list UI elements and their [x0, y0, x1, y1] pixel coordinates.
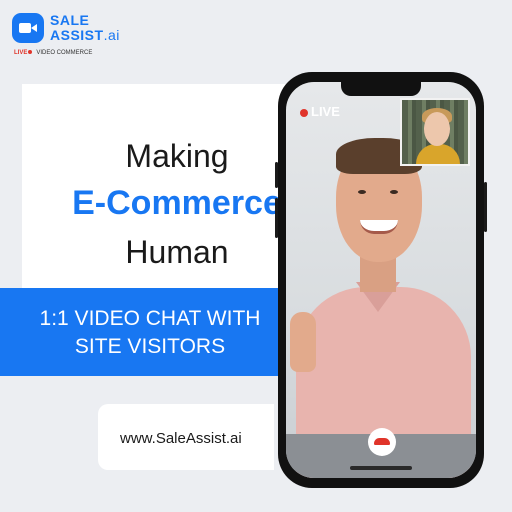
agent-face	[424, 112, 450, 146]
feature-banner: 1:1 VIDEO CHAT WITH SITE VISITORS	[0, 288, 300, 376]
logo-tag-live: LIVE	[14, 50, 28, 57]
phone-notch	[341, 82, 421, 96]
logo-tag-text: VIDEO COMMERCE	[36, 50, 93, 57]
logo-name-suffix: .ai	[103, 27, 120, 43]
video-camera-icon	[12, 13, 44, 43]
live-badge: LIVE	[300, 104, 340, 119]
phone-side-button	[484, 182, 487, 232]
feature-banner-text: 1:1 VIDEO CHAT WITH SITE VISITORS	[39, 307, 261, 358]
phone-side-button	[275, 162, 278, 188]
website-link[interactable]: www.SaleAssist.ai	[120, 430, 242, 447]
caller-eye	[390, 190, 398, 194]
waving-hand	[290, 312, 316, 372]
logo-name-main: ASSIST	[50, 27, 104, 43]
live-badge-label: LIVE	[311, 104, 340, 119]
caller-eye	[358, 190, 366, 194]
brand-logo[interactable]: SALE ASSIST.ai LIVE VIDEO COMMERCE	[12, 10, 142, 56]
logo-tagline: LIVE VIDEO COMMERCE	[14, 50, 92, 56]
self-view-video[interactable]	[400, 98, 470, 166]
logo-name-line2: ASSIST.ai	[50, 27, 120, 43]
end-call-button[interactable]	[368, 428, 396, 456]
website-card[interactable]: www.SaleAssist.ai	[98, 404, 274, 470]
home-indicator[interactable]	[350, 466, 412, 470]
phone-side-button	[275, 198, 278, 238]
live-dot-icon	[28, 50, 33, 54]
video-call-screen: LIVE	[286, 82, 476, 478]
record-dot-icon	[300, 108, 308, 117]
phone-mockup: LIVE	[275, 72, 487, 488]
logo-name-line1: SALE	[50, 12, 90, 28]
end-call-icon	[374, 438, 390, 445]
